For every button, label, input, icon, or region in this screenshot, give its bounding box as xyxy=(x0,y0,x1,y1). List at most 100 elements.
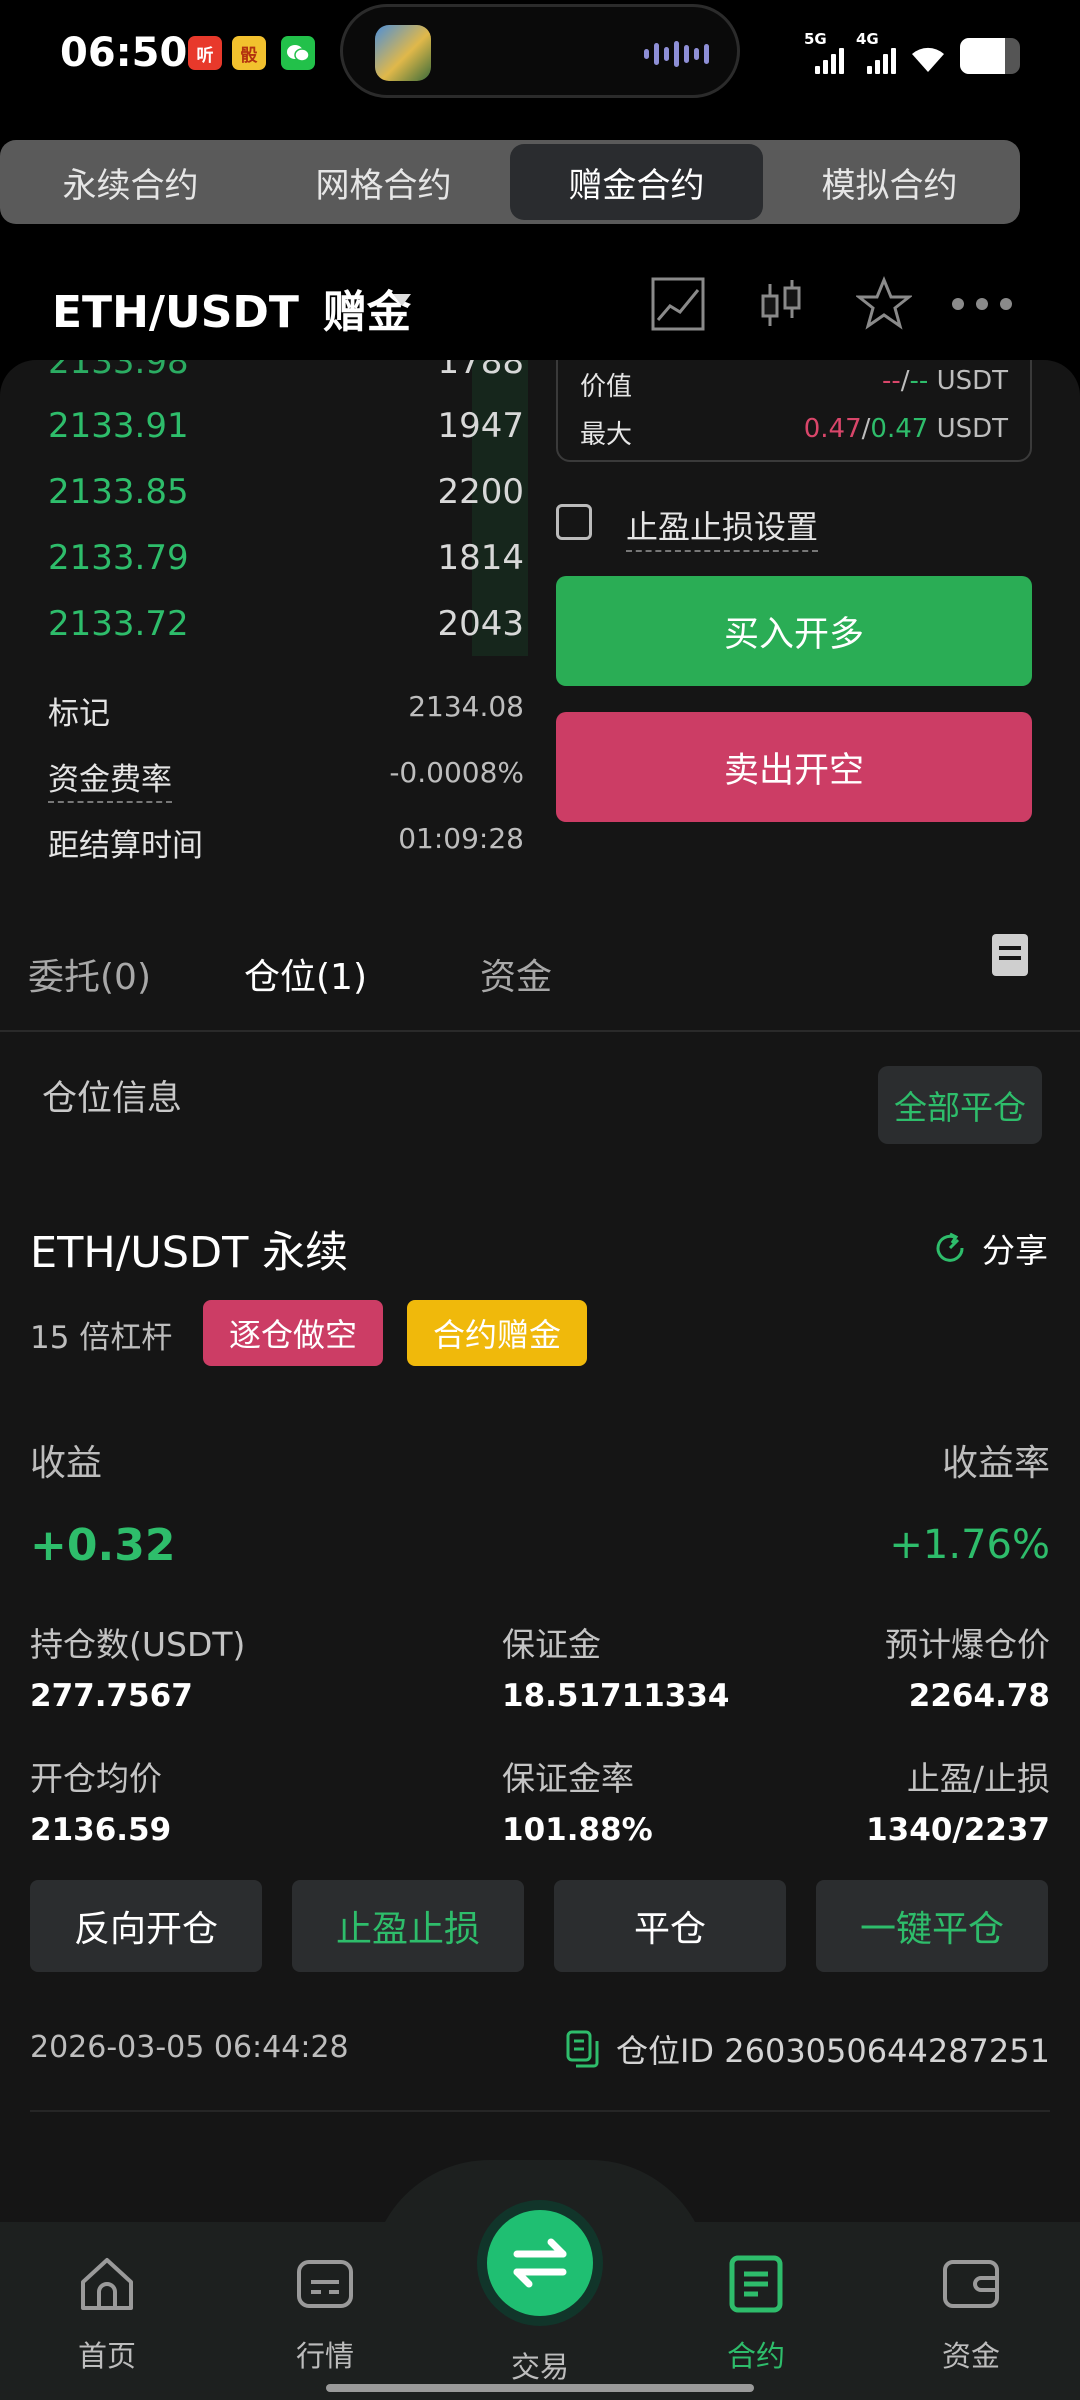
close-all-button[interactable]: 全部平仓 xyxy=(878,1066,1042,1144)
tpsl-label: 止盈/止损 xyxy=(906,1759,1050,1798)
swap-icon xyxy=(513,2238,567,2288)
margin-label: 保证金 xyxy=(502,1625,601,1664)
funding-rate-label[interactable]: 资金费率 xyxy=(48,754,172,803)
close-position-button[interactable]: 平仓 xyxy=(554,1880,786,1972)
tab-demo[interactable]: 模拟合约 xyxy=(763,144,1016,220)
open-time: 2026-03-05 06:44:28 xyxy=(30,2030,349,2065)
entry-price-value: 2136.59 xyxy=(30,1812,172,1848)
share-label: 分享 xyxy=(982,1231,1048,1270)
margin-value: 18.51711334 xyxy=(502,1678,730,1714)
pair-header: ETH/USDT 赠金 xyxy=(0,250,1080,360)
orderbook-row[interactable]: 2133.85 2200 xyxy=(48,462,524,522)
tab-bonus[interactable]: 赠金合约 xyxy=(510,144,763,220)
sell-short-button[interactable]: 卖出开空 xyxy=(556,712,1032,822)
margin-ratio-label: 保证金率 xyxy=(502,1759,634,1798)
buy-long-button[interactable]: 买入开多 xyxy=(556,576,1032,686)
tab-positions[interactable]: 仓位(1) xyxy=(244,948,367,1000)
orderbook-row-clipped: 2133.98 1788 xyxy=(48,360,524,382)
tab-perpetual[interactable]: 永续合约 xyxy=(4,144,257,220)
position-id-text: 仓位ID 2603050644287251 xyxy=(615,2032,1050,2070)
settlement-countdown: 01:09:28 xyxy=(398,822,524,855)
nav-contract-label: 合约 xyxy=(726,2339,785,2373)
bid-price: 2133.91 xyxy=(48,406,189,446)
audio-wave-icon xyxy=(644,41,709,67)
bid-qty: 1814 xyxy=(437,538,524,578)
liq-price-value: 2264.78 xyxy=(908,1678,1050,1714)
orders-tabs: 委托(0) 仓位(1) 资金 xyxy=(0,920,1080,1032)
dynamic-island[interactable] xyxy=(340,4,740,98)
mark-price-row: 标记 2134.08 xyxy=(48,678,524,738)
leverage-label: 15 倍杠杆 xyxy=(30,1320,173,1356)
trade-button[interactable] xyxy=(487,2210,593,2316)
contract-type-tabs: 永续合约 网格合约 赠金合约 模拟合约 xyxy=(0,140,1020,224)
more-icon[interactable] xyxy=(950,276,1014,332)
pnl-label: 收益 xyxy=(30,1443,103,1484)
share-button[interactable]: 分享 xyxy=(932,1224,1048,1272)
nav-market[interactable]: 行情 xyxy=(245,2252,405,2375)
tpsl-value: 1340/2237 xyxy=(866,1812,1050,1848)
settlement-row: 距结算时间 01:09:28 xyxy=(48,810,524,870)
pnl-value: +0.32 xyxy=(30,1520,176,1571)
bid-qty: 2200 xyxy=(437,472,524,512)
mark-price-label: 标记 xyxy=(48,696,110,732)
pair-selector[interactable]: ETH/USDT 赠金 xyxy=(52,276,411,340)
mark-price-value: 2134.08 xyxy=(408,690,524,723)
home-icon xyxy=(81,2258,133,2310)
side-badge: 逐仓做空 xyxy=(203,1300,383,1366)
nav-trade-label: 交易 xyxy=(510,2350,569,2384)
orderbook-row[interactable]: 2133.79 1814 xyxy=(48,528,524,588)
tpsl-button[interactable]: 止盈止损 xyxy=(292,1880,524,1972)
star-icon[interactable] xyxy=(856,276,912,332)
position-section-title: 仓位信息 xyxy=(42,1079,183,1119)
margin-ratio-value: 101.88% xyxy=(502,1812,653,1848)
home-indicator[interactable] xyxy=(326,2384,754,2392)
wifi-icon xyxy=(912,47,944,72)
pair-name: ETH/USDT xyxy=(52,287,299,338)
orderbook-row[interactable]: 2133.91 1947 xyxy=(48,396,524,456)
line-chart-icon[interactable] xyxy=(650,276,706,332)
entry-price-label: 开仓均价 xyxy=(30,1759,162,1798)
bid-price: 2133.85 xyxy=(48,472,189,512)
caret-down-icon[interactable] xyxy=(393,294,411,306)
trade-panel: 2133.98 1788 2133.91 1947 2133.85 2200 21… xyxy=(0,360,1080,2400)
funding-rate-value: -0.0008% xyxy=(389,756,524,789)
settlement-label: 距结算时间 xyxy=(48,828,203,864)
tab-orders[interactable]: 委托(0) xyxy=(28,948,151,1000)
candlestick-icon[interactable] xyxy=(754,276,810,332)
ting-app-icon: 听 xyxy=(188,36,222,70)
document-icon[interactable] xyxy=(992,934,1028,976)
nav-contract[interactable]: 合约 xyxy=(676,2252,836,2375)
game-app-icon: 骰 xyxy=(232,36,266,70)
tpsl-checkbox[interactable] xyxy=(556,504,592,540)
quick-close-button[interactable]: 一键平仓 xyxy=(816,1880,1048,1972)
tab-grid[interactable]: 网格合约 xyxy=(257,144,510,220)
funding-rate-row[interactable]: 资金费率 -0.0008% xyxy=(48,744,524,804)
wechat-icon xyxy=(281,36,315,70)
roe-value: +1.76% xyxy=(889,1522,1050,1568)
status-bar: 06:50 听 骰 5G 4G xyxy=(0,0,1080,110)
signal-4g-icon: 4G xyxy=(856,30,896,74)
tpsl-setting-label[interactable]: 止盈止损设置 xyxy=(626,502,819,552)
bid-qty: 1947 xyxy=(437,406,524,446)
share-icon xyxy=(936,1232,964,1262)
nav-assets-label: 资金 xyxy=(941,2339,1000,2373)
position-symbol: ETH/USDT 永续 xyxy=(30,1228,349,1278)
media-artwork-icon xyxy=(375,25,431,81)
nav-market-label: 行情 xyxy=(295,2339,354,2373)
reverse-position-button[interactable]: 反向开仓 xyxy=(30,1880,262,1972)
size-label: 持仓数(USDT) xyxy=(30,1625,246,1664)
bid-price: 2133.79 xyxy=(48,538,189,578)
nav-assets[interactable]: 资金 xyxy=(891,2252,1051,2375)
nav-home[interactable]: 首页 xyxy=(27,2252,187,2375)
position-id[interactable]: 仓位ID 2603050644287251 xyxy=(564,2026,1050,2072)
wallet-icon xyxy=(943,2260,999,2308)
tab-assets[interactable]: 资金 xyxy=(480,948,552,1000)
copy-icon xyxy=(566,2030,599,2068)
bid-qty: 2043 xyxy=(437,604,524,644)
liq-price-label: 预计爆仓价 xyxy=(885,1625,1050,1664)
orderbook-row[interactable]: 2133.72 2043 xyxy=(48,594,524,654)
order-summary-box: 价值 --/-- USDT 最大 0.47/0.47 USDT xyxy=(556,360,1032,462)
battery-icon xyxy=(960,38,1020,74)
bid-price: 2133.72 xyxy=(48,604,189,644)
status-time: 06:50 xyxy=(60,30,188,76)
